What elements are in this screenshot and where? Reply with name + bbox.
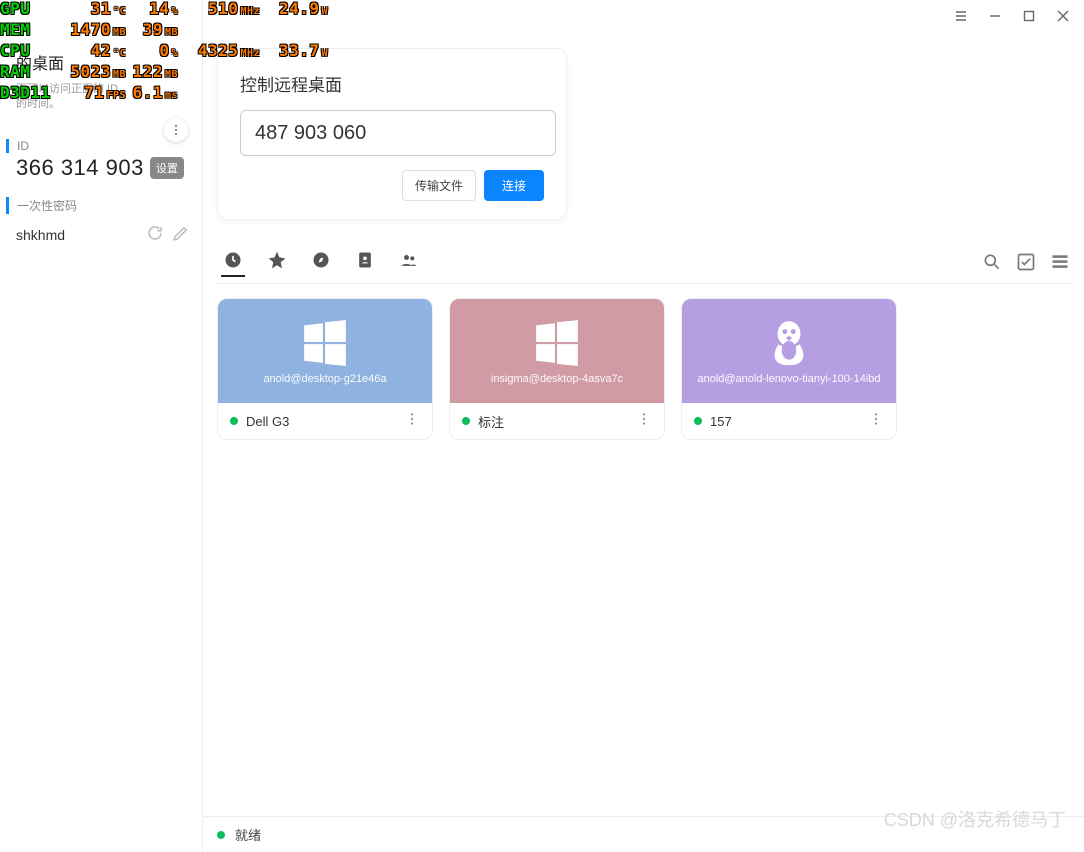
search-icon — [982, 252, 1002, 272]
close-button[interactable] — [1046, 2, 1080, 30]
cards: anold@desktop-g21e46a Dell G3 insigma@de… — [217, 298, 1070, 440]
sidebar-title: 的桌面 — [16, 50, 190, 74]
control-title: 控制远程桌面 — [240, 71, 544, 96]
minimize-icon — [989, 10, 1001, 22]
linux-icon — [764, 317, 814, 367]
select-button[interactable] — [1016, 252, 1036, 277]
device-host: insigma@desktop-4asva7c — [483, 373, 631, 385]
pw-label: 一次性密码 — [6, 197, 190, 214]
device-card[interactable]: anold@desktop-g21e46a Dell G3 — [217, 298, 433, 440]
tabbar — [217, 246, 1070, 284]
list-view-button[interactable] — [1050, 252, 1070, 277]
control-card: 控制远程桌面 传输文件 连接 — [217, 48, 567, 220]
clock-icon — [223, 250, 243, 270]
tab-addressbook[interactable] — [353, 253, 377, 277]
status-text: 就绪 — [235, 825, 261, 844]
check-square-icon — [1016, 252, 1036, 272]
id-value: 366 314 903 — [16, 155, 144, 181]
status-dot — [462, 417, 470, 425]
statusbar: 就绪 — [203, 816, 1084, 852]
minimize-button[interactable] — [978, 2, 1012, 30]
remote-id-input[interactable] — [240, 110, 556, 156]
sidebar-sub: 面可以访问正面的 ID的时间。 — [16, 82, 190, 113]
tab-group[interactable] — [397, 253, 421, 277]
status-dot — [230, 417, 238, 425]
hamburger-button[interactable] — [944, 2, 978, 30]
edit-button[interactable] — [172, 224, 190, 247]
device-name: Dell G3 — [246, 414, 396, 429]
group-icon — [399, 250, 419, 270]
pw-value: shkhmd — [16, 227, 138, 243]
status-dot — [694, 417, 702, 425]
close-icon — [1057, 10, 1069, 22]
device-host: anold@anold-lenovo-tianyi-100-14ibd — [689, 373, 888, 385]
star-icon — [267, 250, 287, 270]
more-vert-icon — [169, 123, 183, 137]
titlebar — [203, 0, 1084, 32]
sidebar: 的桌面 面可以访问正面的 ID的时间。 ID 366 314 903 设置 一次… — [0, 0, 203, 852]
compass-icon — [311, 250, 331, 270]
id-settings-button[interactable]: 设置 — [150, 157, 184, 179]
list-icon — [1050, 252, 1070, 272]
card-menu-button[interactable] — [404, 411, 420, 432]
addressbook-icon — [355, 250, 375, 270]
more-vert-icon — [868, 411, 884, 427]
maximize-icon — [1023, 10, 1035, 22]
more-vert-icon — [636, 411, 652, 427]
device-name: 标注 — [478, 412, 628, 431]
status-dot — [217, 831, 225, 839]
sidebar-menu-button[interactable] — [164, 118, 188, 142]
refresh-icon — [146, 224, 164, 242]
card-menu-button[interactable] — [636, 411, 652, 432]
card-menu-button[interactable] — [868, 411, 884, 432]
tab-favorites[interactable] — [265, 253, 289, 277]
search-button[interactable] — [982, 252, 1002, 277]
id-label: ID — [6, 139, 190, 153]
device-host: anold@desktop-g21e46a — [255, 373, 394, 385]
device-name: 157 — [710, 414, 860, 429]
hamburger-icon — [955, 10, 967, 22]
pencil-icon — [172, 224, 190, 242]
windows-icon — [532, 317, 582, 367]
device-card[interactable]: insigma@desktop-4asva7c 标注 — [449, 298, 665, 440]
more-vert-icon — [404, 411, 420, 427]
tab-recent[interactable] — [221, 253, 245, 277]
device-card[interactable]: anold@anold-lenovo-tianyi-100-14ibd 157 — [681, 298, 897, 440]
maximize-button[interactable] — [1012, 2, 1046, 30]
transfer-file-button[interactable]: 传输文件 — [402, 170, 476, 201]
main: 控制远程桌面 传输文件 连接 — [203, 0, 1084, 852]
connect-button[interactable]: 连接 — [484, 170, 544, 201]
windows-icon — [300, 317, 350, 367]
refresh-button[interactable] — [146, 224, 164, 247]
tab-discovered[interactable] — [309, 253, 333, 277]
